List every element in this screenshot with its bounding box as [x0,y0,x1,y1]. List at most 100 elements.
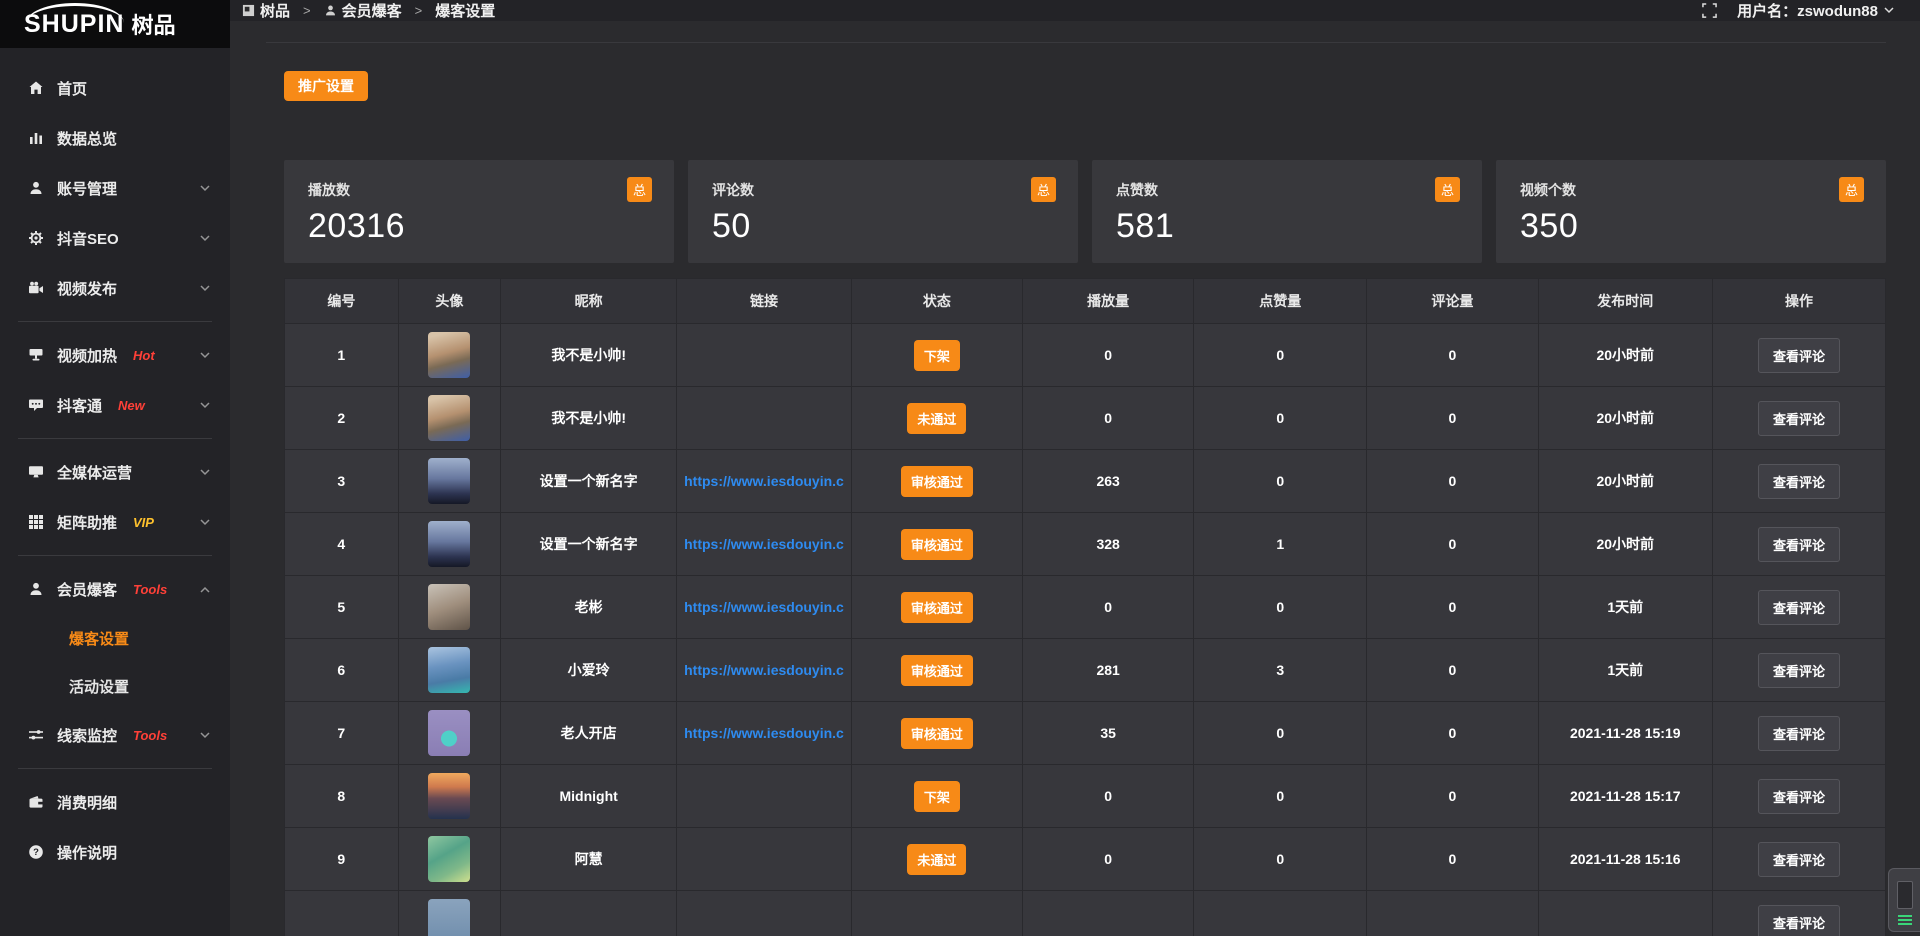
sidebar-item-video-heating[interactable]: 视频加热 Hot [0,330,230,380]
tools-badge: Tools [133,582,167,597]
sidebar-item-matrix-boost[interactable]: 矩阵助推 VIP [0,497,230,547]
cell-likes: 3 [1194,639,1367,702]
table-row: 查看评论 [285,891,1886,936]
sidebar-item-all-media[interactable]: 全媒体运营 [0,447,230,497]
video-link[interactable]: https://www.iesdouyin.c [684,536,844,552]
cell-likes: 0 [1194,450,1367,513]
view-comments-button[interactable]: 查看评论 [1758,527,1840,562]
cell-comments: 0 [1367,450,1538,513]
video-link[interactable]: https://www.iesdouyin.c [684,599,844,615]
cell-publish-time: 20小时前 [1538,387,1713,450]
cell-comments: 0 [1367,324,1538,387]
sidebar-subitem-baoke-settings[interactable]: 爆客设置 [0,614,230,662]
sidebar-item-consumption-detail[interactable]: 消费明细 [0,777,230,827]
cell-avatar [398,576,500,639]
stat-card-videos: 视频个数 总 350 [1496,160,1886,263]
view-comments-button[interactable]: 查看评论 [1758,653,1840,688]
total-badge: 总 [1031,177,1056,202]
view-comments-button[interactable]: 查看评论 [1758,842,1840,877]
sidebar-item-member-baoke[interactable]: 会员爆客 Tools [0,564,230,614]
sidebar-item-douyin-seo[interactable]: 抖音SEO [0,213,230,263]
table-row: 5 老彬 https://www.iesdouyin.c 审核通过 0 0 0 … [285,576,1886,639]
promo-settings-button[interactable]: 推广设置 [284,71,368,101]
breadcrumb-member-baoke[interactable]: 会员爆客 [324,0,402,21]
sidebar-item-douketong[interactable]: 抖客通 New [0,380,230,430]
view-comments-button[interactable]: 查看评论 [1758,716,1840,751]
avatar [428,458,470,504]
dashboard-icon [242,4,255,17]
total-badge: 总 [1839,177,1864,202]
col-id: 编号 [285,279,399,324]
video-link[interactable]: https://www.iesdouyin.c [684,473,844,489]
stat-cards: 播放数 总 20316 评论数 总 50 点赞数 总 [284,160,1886,263]
stat-card-plays: 播放数 总 20316 [284,160,674,263]
col-publish-time: 发布时间 [1538,279,1713,324]
table-row: 6 小爱玲 https://www.iesdouyin.c 审核通过 281 3… [285,639,1886,702]
home-icon [28,80,44,96]
cell-avatar [398,639,500,702]
cell-likes: 1 [1194,513,1367,576]
status-badge: 审核通过 [901,718,973,749]
floating-widget[interactable] [1888,868,1920,932]
cell-nickname: 阿慧 [501,828,677,891]
cell-nickname: 老人开店 [501,702,677,765]
user-menu[interactable]: 用户名：zswodun88 [1737,0,1894,21]
status-badge: 未通过 [907,403,966,434]
wallet-icon [28,794,44,810]
view-comments-button[interactable]: 查看评论 [1758,401,1840,436]
fullscreen-icon[interactable] [1702,3,1717,18]
col-nickname: 昵称 [501,279,677,324]
sidebar-item-video-publish[interactable]: 视频发布 [0,263,230,313]
cell-comments: 0 [1367,576,1538,639]
breadcrumb-home[interactable]: 树品 [242,0,290,21]
cell-plays: 0 [1023,765,1194,828]
breadcrumb-separator: > [303,3,311,18]
avatar [428,899,470,936]
video-link[interactable]: https://www.iesdouyin.c [684,725,844,741]
cell-plays: 0 [1023,576,1194,639]
video-link[interactable]: https://www.iesdouyin.c [684,662,844,678]
cell-nickname: 设置一个新名字 [501,450,677,513]
sidebar-item-home[interactable]: 首页 [0,63,230,113]
cell-actions: 查看评论 [1713,702,1886,765]
cell-avatar [398,765,500,828]
view-comments-button[interactable]: 查看评论 [1758,779,1840,814]
view-comments-button[interactable]: 查看评论 [1758,338,1840,373]
cell-likes: 0 [1194,702,1367,765]
view-comments-button[interactable]: 查看评论 [1758,905,1840,936]
col-status: 状态 [851,279,1022,324]
sidebar-subitem-activity-settings[interactable]: 活动设置 [0,662,230,710]
cell-status: 审核通过 [851,450,1022,513]
sidebar-divider [18,555,212,556]
cell-plays: 0 [1023,324,1194,387]
cell-link: https://www.iesdouyin.c [677,639,852,702]
sidebar-item-lead-monitor[interactable]: 线索监控 Tools [0,710,230,760]
view-comments-button[interactable]: 查看评论 [1758,464,1840,499]
user-icon [28,180,44,196]
sidebar-item-instructions[interactable]: ? 操作说明 [0,827,230,877]
status-badge: 审核通过 [901,592,973,623]
cell-nickname: Midnight [501,765,677,828]
cell-link: https://www.iesdouyin.c [677,450,852,513]
bar-chart-icon [28,130,44,146]
grid-icon [28,514,44,530]
avatar [428,773,470,819]
content-divider [266,42,1886,43]
sidebar-divider [18,768,212,769]
cell-publish-time: 2021-11-28 15:19 [1538,702,1713,765]
member-icon [28,581,44,597]
sliders-icon [28,727,44,743]
view-comments-button[interactable]: 查看评论 [1758,590,1840,625]
cell-plays: 263 [1023,450,1194,513]
topbar: 树品 > 会员爆客 > 爆客设置 用户名：zswodun88 [230,0,1920,21]
cell-id: 4 [285,513,399,576]
cell-comments: 0 [1367,828,1538,891]
cell-comments [1367,891,1538,936]
cell-nickname: 我不是小帅! [501,387,677,450]
sidebar-item-account-mgmt[interactable]: 账号管理 [0,163,230,213]
cell-comments: 0 [1367,513,1538,576]
content: 推广设置 播放数 总 20316 评论数 总 50 [230,21,1920,936]
cell-id [285,891,399,936]
cell-plays: 0 [1023,828,1194,891]
sidebar-item-data-overview[interactable]: 数据总览 [0,113,230,163]
